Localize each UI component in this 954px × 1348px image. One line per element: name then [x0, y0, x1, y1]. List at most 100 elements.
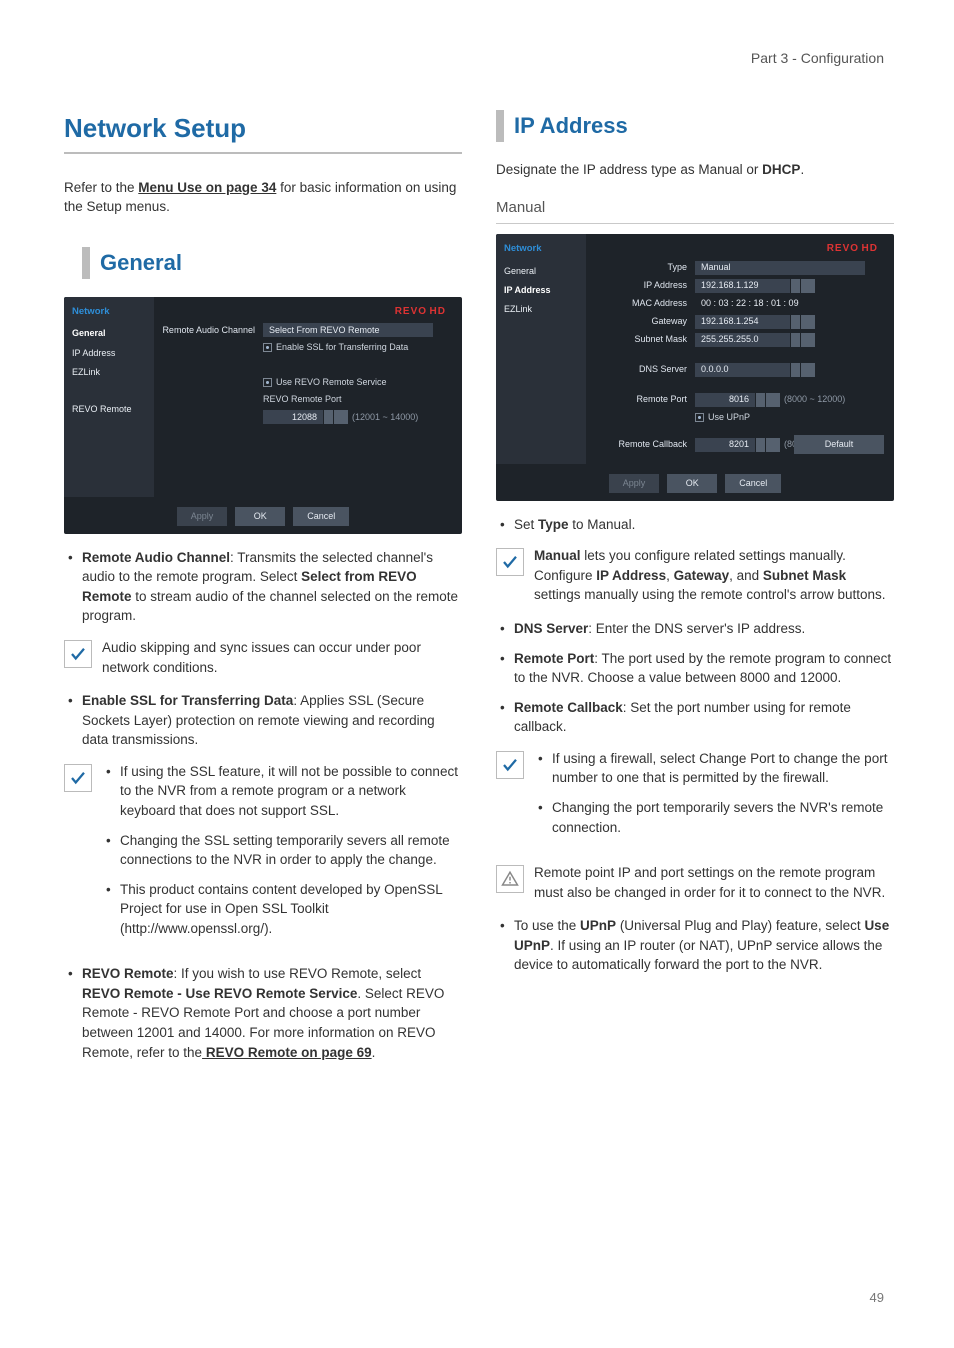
- sidebar-item-ip[interactable]: IP Address: [72, 344, 146, 363]
- screenshot-side-heading: Network: [72, 305, 146, 319]
- ok-button[interactable]: OK: [667, 474, 717, 493]
- apply-button[interactable]: Apply: [177, 507, 228, 526]
- text: settings manually using the remote contr…: [534, 587, 886, 602]
- sidebar-item-general[interactable]: General: [504, 262, 578, 281]
- text: .: [372, 1045, 376, 1060]
- input-gateway[interactable]: 192.168.1.254: [695, 315, 790, 329]
- intro-paragraph: Refer to the Menu Use on page 34 for bas…: [64, 178, 462, 217]
- label-remote-port: Remote Port: [590, 393, 695, 406]
- warning-icon: [496, 865, 524, 893]
- input-dns[interactable]: 0.0.0.0: [695, 363, 790, 377]
- label: DHCP: [762, 162, 800, 177]
- bullet-dns: DNS Server: Enter the DNS server's IP ad…: [500, 619, 894, 639]
- heading-ip-address: IP Address: [496, 110, 894, 142]
- heading-general: General: [82, 247, 462, 279]
- text: (Universal Plug and Play) feature, selec…: [616, 918, 864, 933]
- checkbox-upnp[interactable]: [695, 413, 704, 422]
- logo-revo: REVO: [395, 306, 427, 317]
- label: Subnet Mask: [763, 568, 846, 583]
- keypad-icon[interactable]: [801, 279, 815, 293]
- keypad-icon[interactable]: [766, 393, 780, 407]
- label: Type: [538, 517, 569, 532]
- value-mac: 00 : 03 : 22 : 18 : 01 : 09: [695, 297, 805, 311]
- label: Remote Audio Channel: [82, 550, 230, 565]
- link-menu-use[interactable]: Menu Use on page 34: [138, 180, 276, 195]
- spinner-icon[interactable]: [791, 363, 800, 377]
- spinner-icon[interactable]: [791, 315, 800, 329]
- note-item: Changing the SSL setting temporarily sev…: [106, 831, 462, 870]
- note-item: If using a firewall, select Change Port …: [538, 749, 894, 788]
- spinner-icon[interactable]: [791, 279, 800, 293]
- label: Remote Callback: [514, 700, 623, 715]
- input-remote-port[interactable]: 8016: [695, 393, 755, 407]
- ok-button[interactable]: OK: [235, 507, 285, 526]
- default-button[interactable]: Default: [794, 435, 884, 454]
- note-item: This product contains content developed …: [106, 880, 462, 939]
- bullet-upnp: To use the UPnP (Universal Plug and Play…: [500, 916, 894, 975]
- cancel-button[interactable]: Cancel: [293, 507, 349, 526]
- spinner-icon[interactable]: [791, 333, 800, 347]
- input-ip[interactable]: 192.168.1.129: [695, 279, 790, 293]
- left-column: Network Setup Refer to the Menu Use on p…: [64, 110, 462, 1074]
- logo-hd: HD: [862, 243, 878, 254]
- bullet-ssl: Enable SSL for Transferring Data: Applie…: [68, 691, 462, 750]
- subhead-manual: Manual: [496, 197, 894, 224]
- hint-port-range: (12001 ~ 14000): [352, 411, 418, 424]
- spinner-icon[interactable]: [756, 438, 765, 452]
- label: UPnP: [580, 918, 616, 933]
- cancel-button[interactable]: Cancel: [725, 474, 781, 493]
- label-upnp: Use UPnP: [708, 411, 750, 424]
- check-icon: [496, 548, 524, 576]
- label-subnet: Subnet Mask: [590, 333, 695, 346]
- bullet-remote-port: Remote Port: The port used by the remote…: [500, 649, 894, 688]
- bullet-remote-audio: Remote Audio Channel: Transmits the sele…: [68, 548, 462, 626]
- input-subnet[interactable]: 255.255.255.0: [695, 333, 790, 347]
- note-text: Manual lets you configure related settin…: [534, 546, 894, 605]
- label-revo-port: REVO Remote Port: [263, 393, 342, 406]
- checkbox-revo-service[interactable]: [263, 378, 272, 387]
- input-revo-port[interactable]: 12088: [263, 410, 323, 424]
- sidebar-item-ezlink[interactable]: EZLink: [504, 300, 578, 319]
- label: Gateway: [674, 568, 730, 583]
- bullet-remote-callback: Remote Callback: Set the port number usi…: [500, 698, 894, 737]
- sidebar-item-general[interactable]: General: [72, 324, 146, 343]
- ip-intro: Designate the IP address type as Manual …: [496, 160, 894, 180]
- spinner-icon[interactable]: [324, 410, 333, 424]
- heading-network-setup: Network Setup: [64, 110, 462, 154]
- note-ssl: If using the SSL feature, it will not be…: [64, 762, 462, 951]
- label: Remote Port: [514, 651, 594, 666]
- keypad-icon[interactable]: [801, 363, 815, 377]
- label-type: Type: [590, 261, 695, 274]
- text: , and: [729, 568, 763, 583]
- check-icon: [64, 764, 92, 792]
- text: Designate the IP address type as Manual …: [496, 162, 762, 177]
- text: ,: [666, 568, 674, 583]
- apply-button[interactable]: Apply: [609, 474, 660, 493]
- link-revo-remote[interactable]: REVO Remote on page 69: [202, 1045, 372, 1060]
- text: to stream audio of the channel selected …: [82, 589, 458, 624]
- select-type[interactable]: Manual: [695, 261, 865, 275]
- label: IP Address: [596, 568, 666, 583]
- keypad-icon[interactable]: [801, 315, 815, 329]
- label-remote-callback: Remote Callback: [590, 438, 695, 451]
- hint-port-range: (8000 ~ 12000): [784, 393, 845, 406]
- spinner-icon[interactable]: [756, 393, 765, 407]
- note-item: Changing the port temporarily severs the…: [538, 798, 894, 837]
- label-ssl: Enable SSL for Transferring Data: [276, 341, 408, 354]
- note-item: If using the SSL feature, it will not be…: [106, 762, 462, 821]
- label-dns: DNS Server: [590, 363, 695, 376]
- checkbox-ssl[interactable]: [263, 343, 272, 352]
- keypad-icon[interactable]: [801, 333, 815, 347]
- sidebar-item-ezlink[interactable]: EZLink: [72, 363, 146, 382]
- sidebar-item-ip[interactable]: IP Address: [504, 281, 578, 300]
- keypad-icon[interactable]: [766, 438, 780, 452]
- text: : If you wish to use REVO Remote, select: [174, 966, 422, 981]
- keypad-icon[interactable]: [334, 410, 348, 424]
- screenshot-manual: Network General IP Address EZLink REVO H…: [496, 234, 894, 501]
- warning-remote-point: Remote point IP and port settings on the…: [496, 863, 894, 902]
- input-remote-callback[interactable]: 8201: [695, 438, 755, 452]
- text: Refer to the: [64, 180, 138, 195]
- select-remote-audio[interactable]: Select From REVO Remote: [263, 323, 433, 337]
- check-icon: [496, 751, 524, 779]
- sidebar-item-revo-remote: REVO Remote: [72, 400, 146, 419]
